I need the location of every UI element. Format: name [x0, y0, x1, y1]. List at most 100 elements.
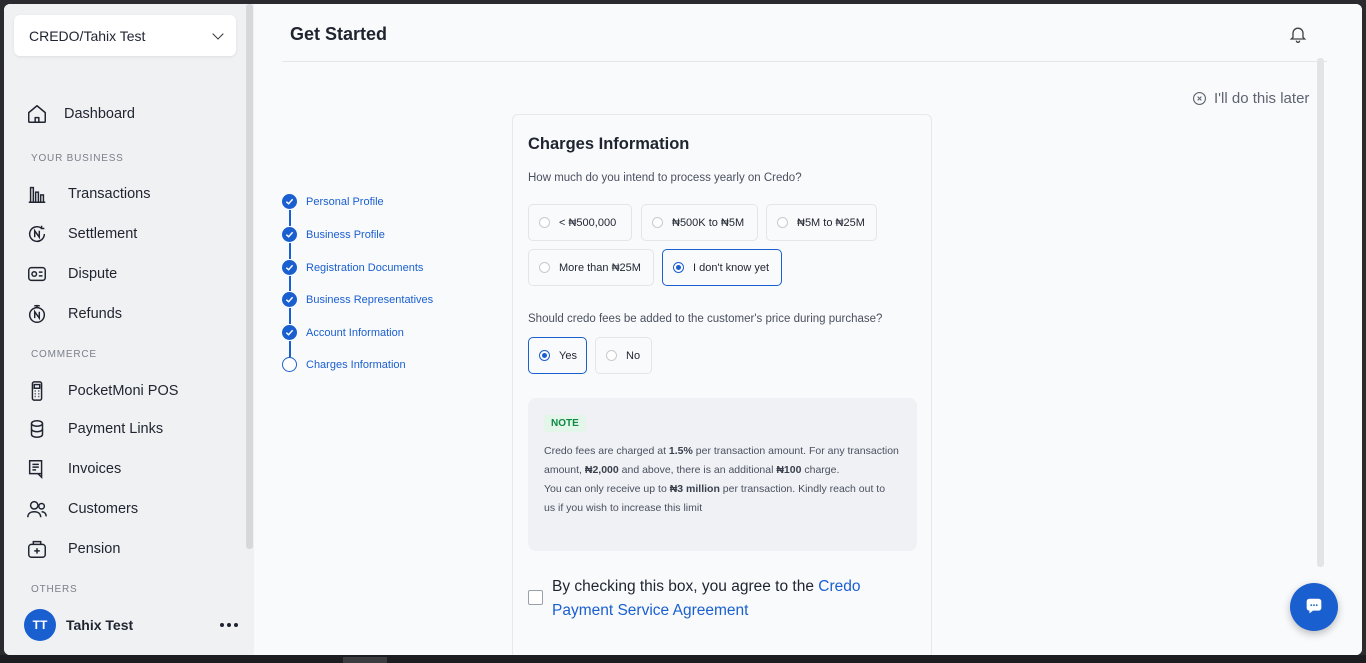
volume-option-dont-know[interactable]: I don't know yet: [662, 249, 782, 286]
coins-icon: [30, 420, 44, 438]
sidebar-item-label: Payment Links: [68, 421, 164, 437]
step-personal-profile[interactable]: Personal Profile: [282, 194, 384, 209]
sidebar-item-refunds[interactable]: Refunds: [26, 303, 122, 325]
check-circle-icon: [282, 260, 297, 275]
section-label-others: OTHERS: [31, 584, 78, 595]
business-name: CREDO/Tahix Test: [29, 27, 146, 44]
option-label: No: [626, 349, 641, 362]
app-window: CREDO/Tahix Test Dashboard YOUR BUSINESS…: [4, 4, 1362, 655]
sidebar-item-label: PocketMoni POS: [68, 383, 179, 399]
sidebar-scrollbar[interactable]: [246, 4, 253, 549]
agreement-text: By checking this box, you agree to the C…: [552, 578, 861, 619]
sidebar-item-pocketmoni[interactable]: PocketMoni POS: [26, 380, 178, 402]
step-label: Business Representatives: [306, 293, 434, 306]
chat-icon: [1306, 598, 1322, 614]
sidebar-item-label: Transactions: [68, 186, 151, 202]
step-account-information[interactable]: Account Information: [282, 325, 404, 340]
section-label-commerce: COMMERCE: [31, 349, 97, 360]
fee-option-no[interactable]: No: [595, 337, 652, 374]
check-circle-icon: [282, 194, 297, 209]
volume-question: How much do you intend to process yearly…: [528, 172, 802, 184]
step-label: Personal Profile: [306, 195, 384, 208]
option-label: < ₦500,000: [559, 216, 617, 229]
step-connector: [289, 210, 291, 226]
user-profile[interactable]: TT Tahix Test: [24, 608, 238, 642]
main-scrollbar[interactable]: [1317, 58, 1324, 567]
sidebar-item-payment-links[interactable]: Payment Links: [26, 418, 163, 440]
step-charges-information[interactable]: Charges Information: [282, 357, 406, 372]
header-divider: [282, 61, 1327, 62]
radio-selected-icon: [673, 262, 684, 273]
radio-icon: [539, 262, 550, 273]
dispute-icon: [28, 266, 46, 282]
step-label: Business Profile: [306, 228, 385, 241]
avatar: TT: [24, 609, 56, 641]
step-business-profile[interactable]: Business Profile: [282, 227, 385, 242]
check-circle-icon: [282, 227, 297, 242]
step-label: Registration Documents: [306, 261, 424, 274]
page-title: Get Started: [290, 24, 388, 44]
close-circle-icon: [1193, 92, 1206, 105]
invoice-icon: [28, 460, 43, 480]
volume-option-under-500k[interactable]: < ₦500,000: [528, 204, 632, 241]
sidebar-item-dispute[interactable]: Dispute: [26, 263, 117, 285]
chat-button[interactable]: [1290, 583, 1338, 631]
note-badge: NOTE: [544, 415, 586, 432]
sidebar: CREDO/Tahix Test Dashboard YOUR BUSINESS…: [4, 4, 254, 655]
step-connector: [289, 276, 291, 291]
volume-option-500k-5m[interactable]: ₦500K to ₦5M: [641, 204, 758, 241]
volume-option-5m-25m[interactable]: ₦5M to ₦25M: [766, 204, 877, 241]
sidebar-item-pension[interactable]: Pension: [26, 538, 120, 560]
radio-icon: [539, 217, 550, 228]
form-title: Charges Information: [528, 135, 690, 153]
step-registration-documents[interactable]: Registration Documents: [282, 260, 423, 275]
taskbar-strip: [0, 655, 1366, 663]
sidebar-item-label: Invoices: [68, 461, 122, 477]
refund-icon: [28, 304, 46, 323]
do-later-label: I'll do this later: [1214, 90, 1310, 107]
step-label: Charges Information: [306, 358, 406, 371]
main-content: Get Started I'll do this later Personal …: [254, 4, 1362, 655]
settlement-icon: [29, 225, 46, 243]
option-label: More than ₦25M: [559, 261, 641, 274]
bell-icon[interactable]: [1288, 24, 1308, 44]
option-label: Yes: [559, 349, 577, 362]
sidebar-item-customers[interactable]: Customers: [26, 498, 138, 520]
users-icon: [27, 500, 47, 518]
sidebar-item-transactions[interactable]: Transactions: [26, 183, 150, 205]
note-text: Credo fees are charged at 1.5% per trans…: [544, 445, 899, 514]
check-circle-icon: [282, 292, 297, 307]
user-name: Tahix Test: [66, 617, 134, 633]
fee-question: Should credo fees be added to the custom…: [528, 313, 883, 325]
step-connector: [289, 341, 291, 357]
sidebar-item-invoices[interactable]: Invoices: [26, 458, 121, 480]
more-options-icon[interactable]: [220, 623, 238, 627]
step-connector: [289, 243, 291, 259]
bar-chart-icon: [28, 186, 46, 203]
step-business-representatives[interactable]: Business Representatives: [282, 292, 433, 307]
sidebar-item-label: Refunds: [68, 306, 123, 322]
empty-circle-icon: [282, 357, 297, 372]
charges-form-card: Charges Information How much do you inte…: [512, 114, 932, 655]
do-later-button[interactable]: I'll do this later: [1192, 90, 1309, 107]
business-selector[interactable]: CREDO/Tahix Test: [14, 15, 236, 56]
radio-selected-icon: [539, 350, 550, 361]
sidebar-item-label: Settlement: [68, 226, 138, 242]
fee-note: NOTE Credo fees are charged at 1.5% per …: [528, 398, 917, 551]
pos-terminal-icon: [31, 381, 43, 401]
sidebar-item-label: Pension: [68, 541, 121, 557]
sidebar-item-settlement[interactable]: Settlement: [26, 223, 137, 245]
sidebar-item-label: Customers: [68, 501, 139, 517]
option-label: ₦500K to ₦5M: [672, 216, 745, 229]
radio-icon: [652, 217, 663, 228]
check-circle-icon: [282, 325, 297, 340]
sidebar-item-dashboard[interactable]: Dashboard: [26, 103, 135, 125]
option-label: ₦5M to ₦25M: [797, 216, 865, 229]
taskbar-tab[interactable]: [343, 657, 387, 663]
sidebar-item-label: Dispute: [68, 266, 118, 282]
volume-option-over-25m[interactable]: More than ₦25M: [528, 249, 654, 286]
radio-icon: [606, 350, 617, 361]
pension-icon: [28, 540, 46, 558]
fee-option-yes[interactable]: Yes: [528, 337, 587, 374]
agreement-checkbox[interactable]: [528, 590, 543, 605]
